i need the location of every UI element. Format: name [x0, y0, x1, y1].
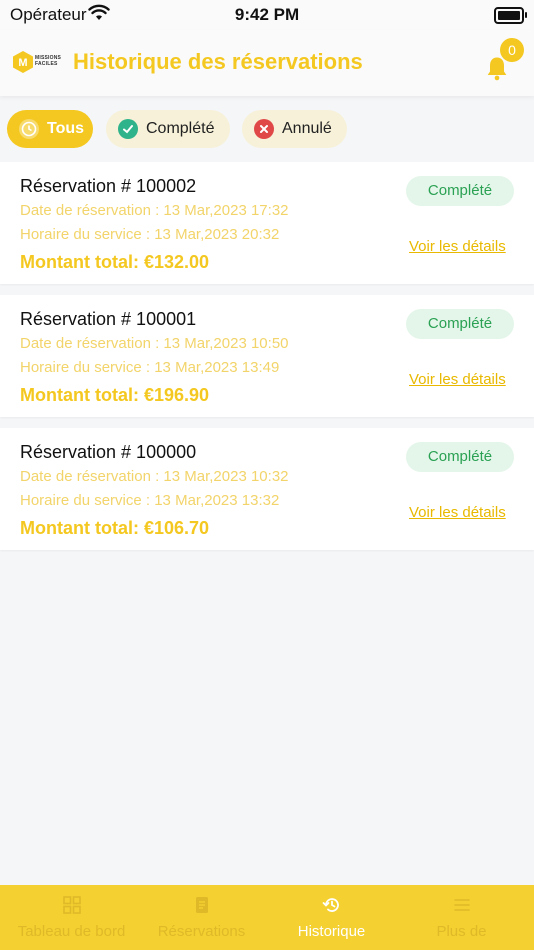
filter-all-label: Tous — [47, 120, 85, 137]
reservation-date: Date de réservation : 13 Mar,2023 10:50 — [20, 335, 289, 352]
tab-history-label: Historique — [297, 923, 366, 940]
status-badge: Complété — [406, 176, 514, 206]
status-bar: Opérateur 9:42 PM — [0, 0, 534, 30]
app-logo: M MISSIONS FACILES — [12, 50, 64, 74]
tab-reservations[interactable]: Réservations — [135, 885, 268, 950]
status-badge: Complété — [406, 442, 514, 472]
filter-completed-label: Complété — [146, 120, 215, 137]
clock: 9:42 PM — [234, 5, 300, 24]
reservation-title: Réservation # 100002 — [20, 176, 197, 196]
tab-more[interactable]: Plus de — [395, 885, 528, 950]
bottom-tab-bar: Tableau de bord Réservations Historique … — [0, 885, 534, 950]
view-details-link[interactable]: Voir les détails — [409, 238, 506, 255]
reservation-card[interactable]: Réservation # 100000 Date de réservation… — [0, 428, 534, 550]
logo-text: MISSIONS FACILES — [35, 55, 62, 67]
document-icon — [195, 897, 208, 913]
service-time: Horaire du service : 13 Mar,2023 13:32 — [20, 492, 280, 509]
tab-more-label: Plus de — [436, 923, 487, 940]
service-time: Horaire du service : 13 Mar,2023 13:49 — [20, 359, 280, 376]
reservation-card[interactable]: Réservation # 100001 Date de réservation… — [0, 295, 534, 417]
reservation-title: Réservation # 100001 — [20, 309, 197, 329]
menu-icon — [453, 899, 470, 911]
logo-hex-icon: M — [13, 51, 33, 73]
tab-dashboard[interactable]: Tableau de bord — [5, 885, 138, 950]
filter-all-chip[interactable]: Tous — [7, 110, 93, 148]
filter-completed-chip[interactable]: Complété — [106, 110, 230, 148]
reservation-card[interactable]: Réservation # 100002 Date de réservation… — [0, 162, 534, 284]
tab-reservations-label: Réservations — [157, 923, 246, 940]
app-header: M MISSIONS FACILES Historique des réserv… — [0, 30, 534, 96]
total-amount: Montant total: €132.00 — [20, 252, 210, 272]
page-title: Historique des réservations — [73, 49, 363, 74]
reservation-title: Réservation # 100000 — [20, 442, 197, 462]
notification-badge: 0 — [500, 38, 524, 62]
grid-icon — [62, 896, 81, 914]
service-time: Horaire du service : 13 Mar,2023 20:32 — [20, 226, 280, 243]
battery-icon — [494, 7, 527, 24]
tab-history[interactable]: Historique — [265, 885, 398, 950]
clock-filter-icon — [19, 119, 39, 139]
history-icon — [322, 898, 339, 912]
total-amount: Montant total: €106.70 — [20, 518, 210, 538]
filter-bar: Tous Complété Annulé — [0, 110, 534, 148]
view-details-link[interactable]: Voir les détails — [409, 371, 506, 388]
x-circle-icon — [254, 119, 274, 139]
logo-letter: M — [18, 57, 27, 69]
filter-cancelled-chip[interactable]: Annulé — [242, 110, 347, 148]
tab-dashboard-label: Tableau de bord — [17, 923, 126, 940]
total-amount: Montant total: €196.90 — [20, 385, 210, 405]
filter-cancelled-label: Annulé — [282, 120, 332, 137]
view-details-link[interactable]: Voir les détails — [409, 504, 506, 521]
reservation-date: Date de réservation : 13 Mar,2023 10:32 — [20, 468, 289, 485]
check-circle-icon — [118, 119, 138, 139]
status-badge: Complété — [406, 309, 514, 339]
reservation-date: Date de réservation : 13 Mar,2023 17:32 — [20, 202, 289, 219]
